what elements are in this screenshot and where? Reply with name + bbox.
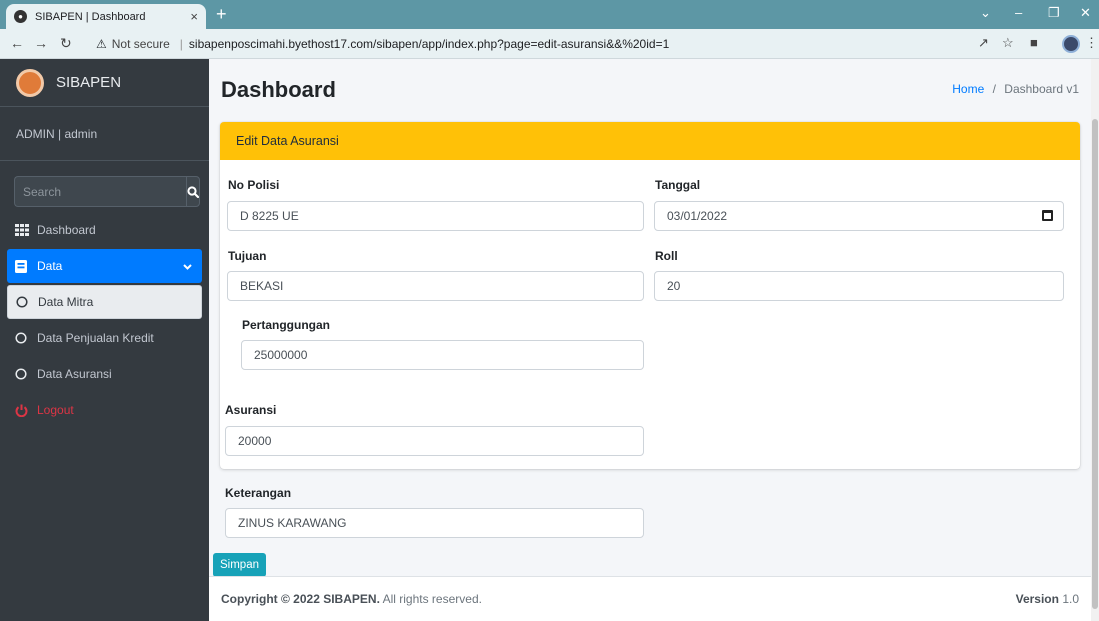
- card-header: Edit Data Asuransi: [220, 122, 1080, 160]
- restore-icon[interactable]: ❐: [1048, 5, 1060, 21]
- sidebar-item-data[interactable]: Data: [7, 249, 202, 283]
- no-polisi-input[interactable]: D 8225 UE: [227, 201, 644, 231]
- forward-icon[interactable]: →: [34, 35, 48, 51]
- user-panel[interactable]: ADMIN | admin: [0, 107, 209, 161]
- sidebar-item-label: Data Asuransi: [37, 367, 112, 381]
- circle-icon: [15, 368, 37, 380]
- tujuan-input[interactable]: BEKASI: [227, 271, 644, 301]
- pertanggungan-input[interactable]: 25000000: [241, 340, 644, 370]
- footer: Copyright © 2022 SIBAPEN. All rights res…: [209, 576, 1091, 621]
- tab-search-icon[interactable]: ⌄: [980, 5, 991, 21]
- menu-dots-icon[interactable]: ⋮: [1085, 35, 1098, 51]
- tujuan-label: Tujuan: [228, 249, 267, 263]
- sidebar-item-logout[interactable]: Logout: [7, 393, 202, 427]
- new-tab-button[interactable]: +: [216, 5, 227, 23]
- breadcrumb-home[interactable]: Home: [952, 82, 984, 96]
- circle-icon: [16, 296, 38, 308]
- page-title: Dashboard: [221, 77, 336, 102]
- url-text: sibapenposcimahi.byethost17.com/sibapen/…: [188, 37, 670, 51]
- version: Version 1.0: [1016, 592, 1079, 606]
- roll-label: Roll: [655, 249, 678, 263]
- breadcrumb-current: Dashboard v1: [1004, 82, 1079, 96]
- breadcrumb: Home / Dashboard v1: [952, 82, 1079, 96]
- pertanggungan-value: 25000000: [254, 348, 308, 362]
- version-value: 1.0: [1062, 592, 1079, 606]
- tanggal-value: 03/01/2022: [667, 209, 728, 223]
- brand-link[interactable]: SIBAPEN: [0, 59, 209, 107]
- version-label: Version: [1015, 592, 1059, 606]
- copyright-suffix: All rights reserved.: [382, 592, 482, 606]
- address-bar[interactable]: ⚠ Not secure | sibapenposcimahi.byethost…: [96, 33, 976, 55]
- sidebar-item-dashboard[interactable]: Dashboard: [7, 213, 202, 247]
- sidebar-item-label: Data Penjualan Kredit: [37, 331, 154, 345]
- sidebar-item-label: Dashboard: [37, 223, 96, 237]
- sidebar: SIBAPEN ADMIN | admin Dashboard Data: [0, 59, 209, 621]
- sidebar-item-data-mitra[interactable]: Data Mitra: [7, 285, 202, 319]
- sidebar-item-label: Logout: [37, 403, 74, 417]
- asuransi-label: Asuransi: [225, 403, 277, 417]
- power-icon: [15, 404, 37, 417]
- scrollbar-thumb[interactable]: [1092, 119, 1098, 609]
- copyright: Copyright © 2022 SIBAPEN. All rights res…: [221, 592, 482, 606]
- sidebar-search: [14, 176, 200, 207]
- reload-icon[interactable]: ↻: [60, 35, 72, 52]
- close-tab-icon[interactable]: ×: [190, 9, 198, 24]
- card-title: Edit Data Asuransi: [236, 134, 339, 148]
- globe-icon: ●: [14, 10, 27, 23]
- user-name: ADMIN | admin: [16, 126, 98, 141]
- chevron-down-icon: [183, 259, 192, 273]
- tujuan-value: BEKASI: [240, 279, 284, 293]
- window-close-icon[interactable]: ✕: [1080, 5, 1091, 21]
- roll-value: 20: [667, 279, 681, 293]
- search-input[interactable]: [14, 176, 186, 207]
- no-polisi-label: No Polisi: [228, 178, 280, 192]
- tanggal-input[interactable]: 03/01/2022: [654, 201, 1064, 231]
- sidebar-item-data-asuransi[interactable]: Data Asuransi: [7, 357, 202, 391]
- book-icon: [15, 259, 37, 273]
- side-panel-icon[interactable]: ■: [1030, 35, 1038, 50]
- footer-brand-link[interactable]: SIBAPEN.: [323, 592, 380, 606]
- asuransi-value: 20000: [238, 434, 272, 448]
- simpan-button[interactable]: Simpan: [213, 553, 266, 577]
- keterangan-value: ZINUS KARAWANG: [238, 516, 347, 530]
- sidebar-item-data-penjualan-kredit[interactable]: Data Penjualan Kredit: [7, 321, 202, 355]
- breadcrumb-separator: /: [992, 82, 996, 96]
- page-scrollbar[interactable]: [1091, 59, 1099, 621]
- warning-icon: ⚠: [96, 37, 107, 51]
- keterangan-label: Keterangan: [225, 486, 292, 500]
- tanggal-label: Tanggal: [655, 178, 701, 192]
- pertanggungan-label: Pertanggungan: [242, 318, 331, 332]
- share-icon[interactable]: ↗: [978, 35, 989, 51]
- sidebar-item-label: Data Mitra: [38, 295, 94, 309]
- browser-toolbar: ← → ↻ ⚠ Not secure | sibapenposcimahi.by…: [0, 29, 1099, 59]
- tab-title: SIBAPEN | Dashboard: [35, 10, 146, 23]
- minimize-icon[interactable]: –: [1015, 5, 1022, 20]
- browser-tab[interactable]: ● SIBAPEN | Dashboard ×: [6, 4, 206, 29]
- search-button[interactable]: [186, 176, 200, 207]
- calendar-icon[interactable]: [1042, 210, 1053, 221]
- no-polisi-value: D 8225 UE: [240, 209, 299, 223]
- bookmark-star-icon[interactable]: ☆: [1002, 35, 1014, 51]
- profile-avatar[interactable]: [1062, 35, 1080, 53]
- circle-icon: [15, 332, 37, 344]
- keterangan-input[interactable]: ZINUS KARAWANG: [225, 508, 644, 538]
- main-content: Dashboard Home / Dashboard v1 Edit Data …: [209, 59, 1091, 621]
- sidebar-menu: Dashboard Data Data Mitra Data Penjualan…: [0, 213, 209, 429]
- copyright-prefix: Copyright © 2022: [221, 592, 320, 606]
- asuransi-input[interactable]: 20000: [225, 426, 644, 456]
- not-secure-label: Not secure: [111, 37, 170, 51]
- sidebar-item-label: Data: [37, 259, 63, 273]
- grid-icon: [15, 224, 37, 236]
- url-separator: |: [179, 37, 183, 51]
- back-icon[interactable]: ←: [10, 35, 24, 51]
- roll-input[interactable]: 20: [654, 271, 1064, 301]
- brand-text: SIBAPEN: [56, 74, 122, 91]
- brand-logo: [16, 68, 44, 97]
- browser-tab-bar: ● SIBAPEN | Dashboard × + ⌄ – ❐ ✕: [0, 0, 1099, 29]
- search-icon: [187, 185, 199, 198]
